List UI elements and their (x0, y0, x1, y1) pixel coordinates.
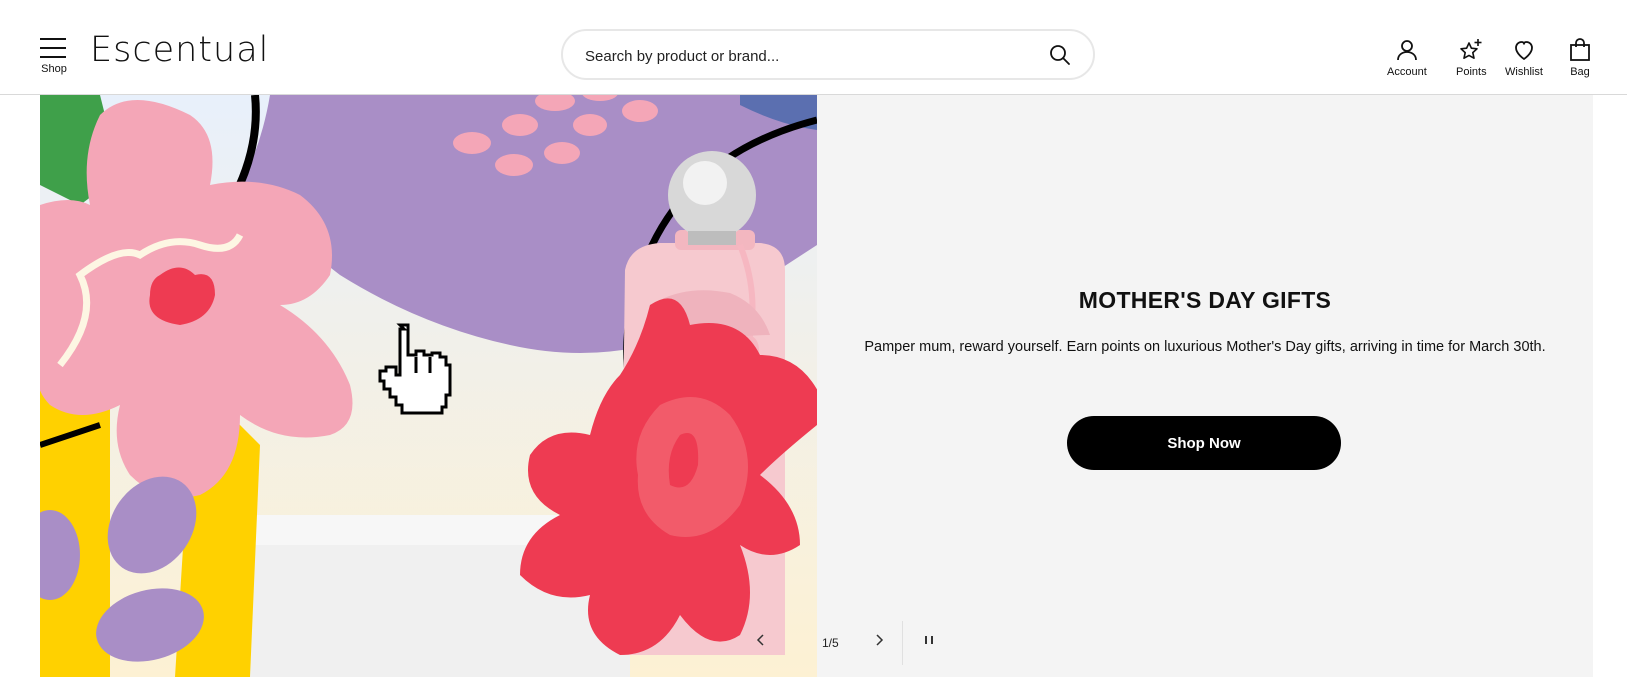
chevron-right-icon[interactable] (872, 633, 886, 652)
points-button[interactable]: Points (1456, 38, 1487, 78)
site-header: Shop Escentual Account Points Wishlist B… (0, 0, 1627, 95)
shop-label: Shop (41, 63, 67, 75)
points-label: Points (1456, 66, 1487, 78)
hero-description: Pamper mum, reward yourself. Earn points… (864, 339, 1546, 355)
slide-counter: 1/5 (822, 636, 839, 650)
search-bar (561, 29, 1095, 80)
shop-now-button[interactable]: Shop Now (1067, 416, 1341, 470)
bag-button[interactable]: Bag (1569, 38, 1591, 78)
pause-icon[interactable] (922, 633, 936, 652)
carousel-controls: 1/5 (742, 621, 942, 665)
controls-divider (902, 621, 903, 665)
star-plus-icon (1460, 39, 1482, 59)
hero-illustration[interactable] (40, 95, 817, 677)
hero-title: MOTHER'S DAY GIFTS (1078, 287, 1332, 313)
chevron-left-icon[interactable] (754, 633, 768, 652)
hamburger-icon (40, 38, 68, 58)
wishlist-label: Wishlist (1505, 66, 1543, 78)
account-label: Account (1387, 66, 1427, 78)
wishlist-button[interactable]: Wishlist (1505, 38, 1543, 78)
heart-icon (1515, 41, 1533, 60)
shop-menu-button[interactable]: Shop (40, 38, 68, 75)
bag-label: Bag (1570, 66, 1590, 78)
account-button[interactable]: Account (1387, 38, 1427, 78)
bag-icon (1570, 38, 1590, 61)
search-icon[interactable] (1049, 44, 1071, 71)
logo[interactable]: Escentual (90, 30, 269, 70)
hero-copy: MOTHER'S DAY GIFTS Pamper mum, reward yo… (817, 95, 1593, 677)
hero-carousel: MOTHER'S DAY GIFTS Pamper mum, reward yo… (40, 95, 1593, 677)
search-input[interactable] (583, 43, 1027, 69)
account-icon (1396, 40, 1417, 61)
